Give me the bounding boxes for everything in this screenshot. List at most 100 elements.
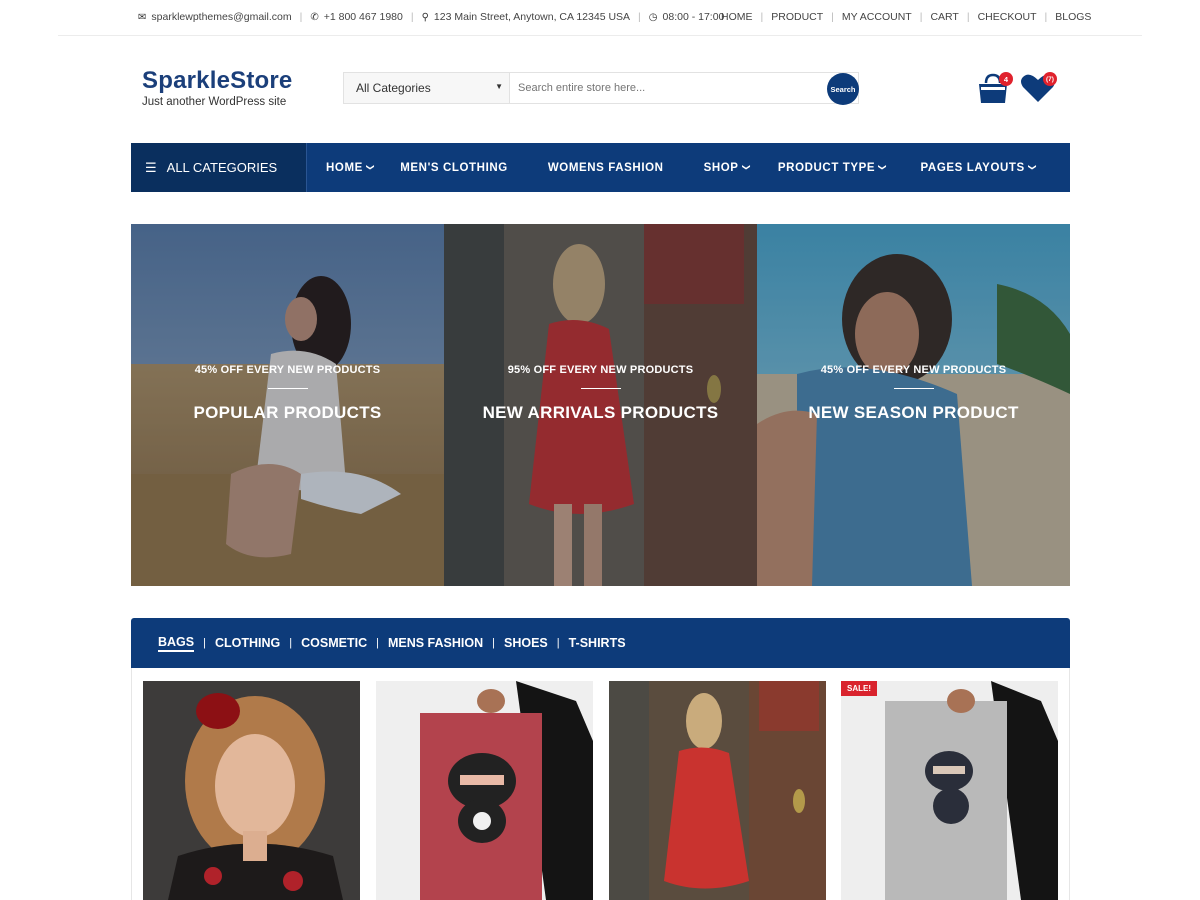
promo-banners: 45% OFF EVERY NEW PRODUCTS POPULAR PRODU… <box>131 224 1070 586</box>
top-bar: ✉ sparklewpthemes@gmail.com | ✆ +1 800 4… <box>0 0 1200 36</box>
clock-icon: ◷ <box>648 11 658 23</box>
search-bar: All Categories ▼ Search <box>343 72 859 105</box>
nav-item-label: PRODUCT TYPE <box>777 161 876 174</box>
contact-info: ✉ sparklewpthemes@gmail.com | ✆ +1 800 4… <box>138 11 724 23</box>
top-link-cart[interactable]: CART <box>930 11 958 23</box>
wishlist-count-badge: (7) <box>1043 72 1057 86</box>
divider: | <box>492 637 495 649</box>
banner-subtitle: 45% OFF EVERY NEW PRODUCTS <box>194 364 381 376</box>
nav-item-shop[interactable]: SHOP ❯ <box>703 143 751 192</box>
hours-text: 08:00 - 17:00 <box>662 11 725 23</box>
category-select-value: All Categories <box>356 81 431 95</box>
search-input[interactable] <box>510 73 858 103</box>
banner-subtitle: 95% OFF EVERY NEW PRODUCTS <box>507 364 694 376</box>
email-item: ✉ sparklewpthemes@gmail.com <box>138 11 292 23</box>
tab-shoes[interactable]: SHOES <box>504 636 548 650</box>
top-link-blogs[interactable]: BLOGS <box>1055 11 1091 23</box>
banner-new-season[interactable]: 45% OFF EVERY NEW PRODUCTS NEW SEASON PR… <box>757 224 1070 586</box>
product-card[interactable] <box>376 681 593 900</box>
sale-badge: SALE! <box>841 681 877 696</box>
divider: | <box>299 11 303 23</box>
main-nav: ☰ ALL CATEGORIES HOME ❯ MEN'S CLOTHING W… <box>131 143 1070 192</box>
cart-button[interactable]: 4 <box>976 71 1013 105</box>
nav-item-label: PAGES LAYOUTS <box>920 161 1025 174</box>
site-title[interactable]: SparkleStore <box>142 67 292 95</box>
caret-down-icon: ▼ <box>495 82 503 91</box>
menu-bars-icon: ☰ <box>145 159 157 175</box>
email-text: sparklewpthemes@gmail.com <box>151 11 292 23</box>
divider: | <box>760 11 764 23</box>
divider: | <box>556 637 560 649</box>
map-marker-icon: ⚲ <box>421 11 429 23</box>
chevron-down-icon: ❯ <box>878 163 888 172</box>
site-logo[interactable]: SparkleStore Just another WordPress site <box>142 67 292 108</box>
banner-divider <box>267 388 308 389</box>
nav-item-mens-clothing[interactable]: MEN'S CLOTHING <box>400 143 508 192</box>
address-text: 123 Main Street, Anytown, CA 12345 USA <box>433 11 631 23</box>
top-link-home[interactable]: HOME <box>721 11 753 23</box>
category-select[interactable]: All Categories ▼ <box>344 73 510 103</box>
search-button[interactable]: Search <box>827 73 859 105</box>
banner-title: NEW ARRIVALS PRODUCTS <box>482 403 719 422</box>
nav-item-pages-layouts[interactable]: PAGES LAYOUTS ❯ <box>921 143 1037 192</box>
nav-item-label: SHOP <box>703 161 739 174</box>
top-bar-divider <box>58 35 1142 36</box>
tab-bags[interactable]: BAGS <box>158 635 195 652</box>
phone-item: ✆ +1 800 467 1980 <box>310 11 403 23</box>
top-link-product[interactable]: PRODUCT <box>771 11 823 23</box>
tab-mens-fashion[interactable]: MENS FASHION <box>388 636 483 650</box>
phone-icon: ✆ <box>310 11 319 23</box>
banner-subtitle: 45% OFF EVERY NEW PRODUCTS <box>820 364 1007 376</box>
divider: | <box>919 11 923 23</box>
top-links: HOME | PRODUCT | MY ACCOUNT | CART | CHE… <box>721 11 1091 23</box>
all-categories-button[interactable]: ☰ ALL CATEGORIES <box>131 143 307 192</box>
divider: | <box>289 637 293 649</box>
banner-title: POPULAR PRODUCTS <box>193 403 382 422</box>
address-item: ⚲ 123 Main Street, Anytown, CA 12345 USA <box>422 11 630 23</box>
envelope-icon: ✉ <box>138 11 147 23</box>
product-card[interactable]: SALE! <box>841 681 1058 900</box>
banner-text: 45% OFF EVERY NEW PRODUCTS POPULAR PRODU… <box>131 364 444 423</box>
product-card[interactable] <box>143 681 360 900</box>
banner-divider <box>580 388 621 389</box>
divider: | <box>1044 11 1048 23</box>
nav-item-womens-fashion[interactable]: WOMENS FASHION <box>548 143 664 192</box>
product-image-woman-red-dress <box>609 681 826 900</box>
banner-new-arrivals[interactable]: 95% OFF EVERY NEW PRODUCTS NEW ARRIVALS … <box>444 224 757 586</box>
top-link-checkout[interactable]: CHECKOUT <box>978 11 1037 23</box>
chevron-down-icon: ❯ <box>366 163 376 172</box>
product-card[interactable] <box>609 681 826 900</box>
divider: | <box>638 11 641 23</box>
banner-divider <box>893 388 934 389</box>
nav-item-home[interactable]: HOME ❯ <box>326 143 376 192</box>
chevron-down-icon: ❯ <box>741 163 751 172</box>
tab-t-shirts[interactable]: T-SHIRTS <box>569 636 626 650</box>
product-category-tabs: BAGS | CLOTHING | COSMETIC | MENS FASHIO… <box>131 618 1070 668</box>
product-image-woman-portrait <box>143 681 360 900</box>
divider: | <box>376 637 379 649</box>
hours-item: ◷ 08:00 - 17:00 <box>649 11 725 23</box>
top-link-my-account[interactable]: MY ACCOUNT <box>842 11 912 23</box>
nav-item-label: MEN'S CLOTHING <box>400 161 508 174</box>
banner-title: NEW SEASON PRODUCT <box>808 403 1019 422</box>
phone-text: +1 800 467 1980 <box>323 11 403 23</box>
divider: | <box>831 11 834 23</box>
chevron-down-icon: ❯ <box>1027 163 1037 172</box>
banner-text: 45% OFF EVERY NEW PRODUCTS NEW SEASON PR… <box>757 364 1070 423</box>
wishlist-button[interactable]: (7) <box>1020 71 1060 105</box>
site-tagline: Just another WordPress site <box>142 96 287 108</box>
divider: | <box>966 11 970 23</box>
nav-item-product-type[interactable]: PRODUCT TYPE ❯ <box>778 143 887 192</box>
nav-item-label: HOME <box>326 161 363 174</box>
tab-cosmetic[interactable]: COSMETIC <box>301 636 367 650</box>
banner-text: 95% OFF EVERY NEW PRODUCTS NEW ARRIVALS … <box>444 364 757 423</box>
tab-clothing[interactable]: CLOTHING <box>215 636 280 650</box>
banner-popular-products[interactable]: 45% OFF EVERY NEW PRODUCTS POPULAR PRODU… <box>131 224 444 586</box>
product-image-grey-ninja-poster <box>841 681 1058 900</box>
cart-count-badge: 4 <box>999 72 1013 86</box>
nav-item-label: WOMENS FASHION <box>547 161 664 174</box>
divider: | <box>410 11 414 23</box>
product-image-red-ninja-poster <box>376 681 593 900</box>
divider: | <box>203 637 206 649</box>
all-categories-label: ALL CATEGORIES <box>166 160 278 175</box>
